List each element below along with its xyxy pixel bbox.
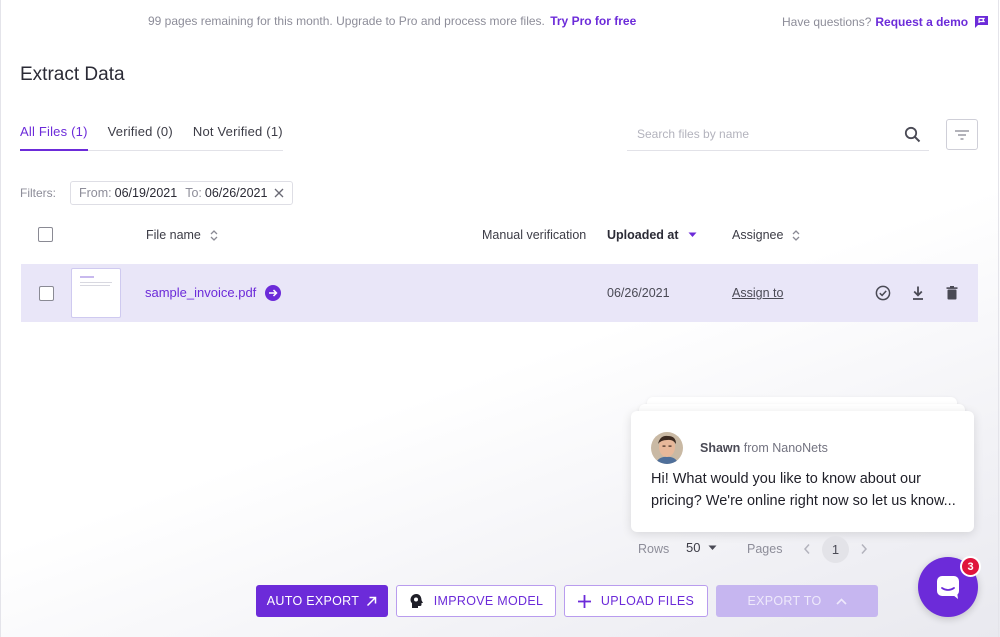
chevron-left-icon[interactable] bbox=[803, 543, 811, 555]
file-thumbnail[interactable] bbox=[71, 268, 121, 318]
chat-message-text: Hi! What would you like to know about ou… bbox=[651, 471, 956, 509]
upgrade-banner-text: 99 pages remaining for this month. Upgra… bbox=[148, 14, 545, 28]
file-tabs: All Files (1) Verified (0) Not Verified … bbox=[20, 118, 283, 151]
trash-icon[interactable] bbox=[944, 285, 960, 301]
file-name-header-label: File name bbox=[146, 228, 201, 242]
demo-chat-icon[interactable] bbox=[974, 15, 989, 29]
rows-per-page-value: 50 bbox=[686, 540, 701, 555]
external-arrow-icon bbox=[367, 596, 377, 606]
brain-icon bbox=[410, 594, 423, 608]
avatar bbox=[651, 432, 683, 464]
plus-icon bbox=[577, 594, 591, 608]
page-title: Extract Data bbox=[20, 64, 125, 85]
search-box bbox=[627, 118, 929, 151]
table-row[interactable]: sample_invoice.pdf 06/26/2021 Assign to bbox=[21, 264, 978, 322]
column-header-assignee[interactable]: Assignee bbox=[732, 228, 800, 242]
assignee-header-label: Assignee bbox=[732, 228, 784, 242]
tab-all-files[interactable]: All Files (1) bbox=[20, 118, 88, 151]
chat-author-name: Shawn bbox=[700, 441, 741, 455]
filter-icon bbox=[955, 129, 969, 140]
from-value: 06/19/2021 bbox=[114, 186, 178, 200]
try-pro-link[interactable]: Try Pro for free bbox=[550, 14, 636, 28]
to-label: To: bbox=[185, 186, 202, 200]
filter-button[interactable] bbox=[946, 119, 978, 150]
upload-files-label: UPLOAD FILES bbox=[600, 594, 695, 608]
select-all-checkbox[interactable] bbox=[38, 227, 53, 242]
rows-label: Rows bbox=[638, 542, 670, 556]
chevron-right-icon[interactable] bbox=[860, 543, 868, 555]
sort-icon[interactable] bbox=[210, 229, 218, 242]
tab-verified[interactable]: Verified (0) bbox=[108, 118, 173, 150]
chat-message-popup[interactable]: Shawn from NanoNets Hi! What would you l… bbox=[631, 411, 974, 532]
uploaded-at-value: 06/26/2021 bbox=[607, 286, 670, 300]
pages-label: Pages bbox=[747, 542, 783, 556]
chat-author: Shawn from NanoNets bbox=[700, 441, 828, 455]
assign-to-link[interactable]: Assign to bbox=[732, 286, 783, 300]
rows-per-page-select[interactable]: 50 bbox=[686, 540, 717, 555]
column-header-uploaded-at[interactable]: Uploaded at bbox=[607, 228, 697, 242]
caret-down-icon bbox=[708, 545, 717, 550]
request-demo-link[interactable]: Request a demo bbox=[875, 15, 968, 29]
column-header-manual-verification: Manual verification bbox=[482, 228, 586, 242]
help-section: Have questions? Request a demo bbox=[782, 15, 989, 29]
check-circle-icon[interactable] bbox=[875, 285, 891, 301]
upgrade-banner: 99 pages remaining for this month. Upgra… bbox=[148, 14, 636, 28]
sort-icon[interactable] bbox=[792, 229, 800, 242]
improve-model-button[interactable]: IMPROVE MODEL bbox=[396, 585, 556, 617]
tab-not-verified[interactable]: Not Verified (1) bbox=[193, 118, 283, 150]
upload-files-button[interactable]: UPLOAD FILES bbox=[564, 585, 708, 617]
date-filter-chip[interactable]: From: 06/19/2021 To: 06/26/2021 bbox=[70, 181, 294, 205]
auto-export-button[interactable]: AUTO EXPORT bbox=[256, 585, 388, 617]
uploaded-at-header-label: Uploaded at bbox=[607, 228, 679, 242]
manual-verification-header-label: Manual verification bbox=[482, 228, 587, 242]
messenger-icon bbox=[937, 576, 959, 599]
to-value: 06/26/2021 bbox=[204, 186, 268, 200]
caret-down-icon[interactable] bbox=[688, 232, 697, 238]
notification-badge: 3 bbox=[960, 556, 981, 577]
column-header-file-name[interactable]: File name bbox=[146, 228, 218, 242]
from-label: From: bbox=[79, 186, 112, 200]
select-all-cell bbox=[38, 227, 53, 242]
auto-export-label: AUTO EXPORT bbox=[266, 594, 360, 608]
help-question-text: Have questions? bbox=[782, 15, 872, 29]
chevron-up-icon bbox=[835, 597, 847, 605]
close-icon[interactable] bbox=[274, 188, 284, 198]
export-to-button[interactable]: EXPORT TO bbox=[716, 585, 878, 617]
download-icon[interactable] bbox=[910, 285, 926, 301]
export-to-label: EXPORT TO bbox=[747, 594, 822, 608]
file-name-link[interactable]: sample_invoice.pdf bbox=[145, 285, 256, 300]
row-checkbox[interactable] bbox=[39, 286, 54, 301]
search-icon[interactable] bbox=[904, 126, 921, 143]
chat-author-suffix: from NanoNets bbox=[740, 441, 828, 455]
search-input[interactable] bbox=[627, 127, 887, 141]
filters-label: Filters: bbox=[20, 186, 56, 200]
improve-model-label: IMPROVE MODEL bbox=[433, 594, 544, 608]
arrow-right-circle-icon[interactable] bbox=[265, 285, 281, 301]
current-page[interactable]: 1 bbox=[822, 536, 849, 563]
